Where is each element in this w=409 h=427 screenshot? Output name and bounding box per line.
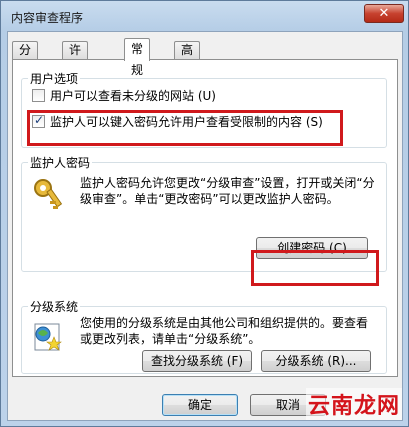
tab-advanced[interactable]: 高级 xyxy=(174,41,201,74)
unrated-sites-label: 用户可以查看未分级的网站 (U) xyxy=(50,89,216,103)
rating-systems-title: 分级系统 xyxy=(28,298,81,315)
supervisor-password-title: 监护人密码 xyxy=(28,154,93,171)
unrated-sites-option[interactable]: 用户可以查看未分级的网站 (U) xyxy=(32,87,216,104)
dialog-client: 分级 许可站点 常规 高级 用户选项 用户可以查看未分级的网站 (U) 监护人可… xyxy=(7,31,403,421)
title-bar[interactable]: 内容审查程序 ✕ xyxy=(1,1,408,31)
watermark-logo: 云南龙网 xyxy=(305,388,402,420)
window-title: 内容审查程序 xyxy=(11,11,84,25)
certificate-icon xyxy=(32,321,64,356)
dialog-window: 内容审查程序 ✕ 分级 许可站点 常规 高级 用户选项 用户可以查看未分级的网站… xyxy=(0,0,409,427)
general-tab-panel: 用户选项 用户可以查看未分级的网站 (U) 监护人可以键入密码允许用户查看受限制… xyxy=(12,59,398,377)
highlight-box-option xyxy=(27,110,343,146)
ok-button[interactable]: 确定 xyxy=(162,394,238,416)
tab-approved-sites[interactable]: 许可站点 xyxy=(62,41,89,108)
key-icon xyxy=(32,177,64,216)
find-rating-systems-button[interactable]: 查找分级系统 (F) xyxy=(142,350,252,372)
tab-general[interactable]: 常规 xyxy=(124,38,151,77)
close-button[interactable]: ✕ xyxy=(364,4,404,23)
unrated-sites-checkbox[interactable] xyxy=(32,89,45,102)
tab-ratings[interactable]: 分级 xyxy=(12,41,39,74)
rating-systems-button[interactable]: 分级系统 (R)... xyxy=(261,350,371,372)
user-options-title: 用户选项 xyxy=(28,70,81,87)
highlight-box-create-password xyxy=(251,250,379,286)
supervisor-description: 监护人密码允许您更改“分级审查”设置，打开或关闭“分级审查”。单击“更改密码”可… xyxy=(80,176,375,206)
rating-systems-description: 您使用的分级系统是由其他公司和组织提供的。要查看或更改列表，请单击“分级系统”。 xyxy=(80,316,369,346)
